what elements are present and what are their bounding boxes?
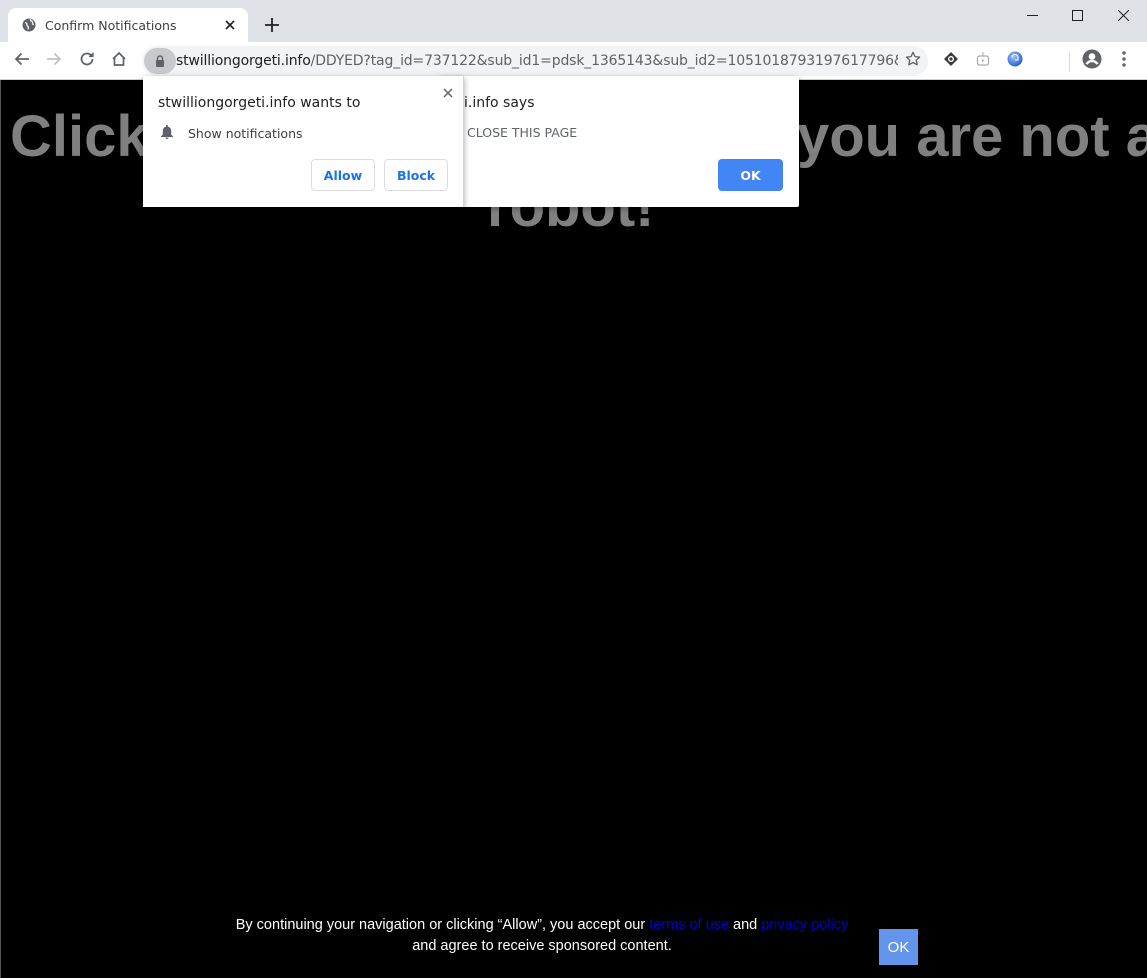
- consent-text-mid: and: [728, 917, 762, 933]
- url-path: /DDYED?tag_id=737122&sub_id1=pdsk_136514…: [310, 53, 898, 69]
- extension-button-2[interactable]: [973, 51, 993, 71]
- bell-icon: [160, 124, 174, 143]
- alert-ok-button[interactable]: OK: [718, 159, 783, 191]
- headline-start: Click: [10, 104, 149, 169]
- extension-diamond-icon: [943, 51, 959, 71]
- consent-notice: By continuing your navigation or clickin…: [222, 915, 862, 957]
- plus-icon: [265, 17, 279, 36]
- extension-button-3[interactable]: [1005, 51, 1025, 71]
- alert-title: i.info says: [464, 95, 535, 111]
- kebab-menu-icon: [1122, 51, 1126, 71]
- notification-permission-prompt: stwilliongorgeti.info wants to Show noti…: [143, 76, 464, 207]
- maximize-icon: [1071, 6, 1083, 25]
- maximize-button[interactable]: [1054, 0, 1100, 30]
- consent-ok-button[interactable]: OK: [879, 929, 918, 965]
- tab-close-icon[interactable]: [222, 17, 238, 33]
- browser-toolbar: stwilliongorgeti.info/DDYED?tag_id=73712…: [0, 42, 1147, 80]
- minimize-icon: [1026, 6, 1038, 25]
- extension-button-1[interactable]: [941, 51, 961, 71]
- headline-end: you are not a: [797, 104, 1147, 169]
- star-icon: [905, 51, 921, 71]
- toolbar-separator: [1069, 52, 1070, 72]
- minimize-button[interactable]: [1009, 0, 1055, 30]
- back-button[interactable]: [8, 47, 36, 75]
- permission-row: Show notifications: [160, 124, 303, 143]
- site-info-button[interactable]: [144, 48, 176, 74]
- forward-button[interactable]: [40, 47, 68, 75]
- alert-dialog: i.info says CLOSE THIS PAGE OK: [440, 76, 799, 207]
- address-bar[interactable]: stwilliongorgeti.info/DDYED?tag_id=73712…: [142, 46, 928, 76]
- extension-globe-blue-icon: [1007, 51, 1023, 71]
- privacy-policy-link[interactable]: privacy policy: [761, 917, 848, 933]
- url-text[interactable]: stwilliongorgeti.info/DDYED?tag_id=73712…: [176, 53, 898, 69]
- arrow-right-icon: [46, 51, 62, 71]
- reload-button[interactable]: [73, 47, 101, 75]
- close-icon: [443, 83, 453, 102]
- reload-icon: [79, 51, 95, 71]
- allow-button[interactable]: Allow: [311, 159, 375, 191]
- close-icon: [1117, 6, 1129, 25]
- url-host: stwilliongorgeti.info: [176, 53, 311, 69]
- close-window-button[interactable]: [1100, 0, 1146, 30]
- consent-text-after: and agree to receive sponsored content.: [412, 938, 672, 954]
- alert-message: CLOSE THIS PAGE: [467, 125, 578, 140]
- permission-title: stwilliongorgeti.info wants to: [158, 95, 361, 111]
- browser-menu-button[interactable]: [1114, 51, 1134, 71]
- terms-of-use-link[interactable]: terms of use: [649, 917, 729, 933]
- consent-text-before: By continuing your navigation or clickin…: [235, 917, 650, 933]
- browser-titlebar: Confirm Notifications: [0, 0, 1147, 42]
- home-button[interactable]: [105, 47, 133, 75]
- block-button[interactable]: Block: [384, 159, 448, 191]
- bookmark-button[interactable]: [898, 51, 928, 71]
- arrow-left-icon: [14, 51, 30, 71]
- extension-tv-icon: [976, 51, 990, 71]
- home-icon: [111, 51, 127, 71]
- permission-close-button[interactable]: [440, 84, 456, 100]
- globe-icon: [22, 18, 36, 32]
- account-circle-icon: [1082, 49, 1102, 73]
- lock-icon: [155, 52, 165, 71]
- tab-title: Confirm Notifications: [45, 17, 177, 33]
- profile-button[interactable]: [1082, 49, 1102, 73]
- permission-label: Show notifications: [188, 126, 303, 141]
- new-tab-button[interactable]: [260, 14, 284, 38]
- browser-tab[interactable]: Confirm Notifications: [8, 8, 248, 42]
